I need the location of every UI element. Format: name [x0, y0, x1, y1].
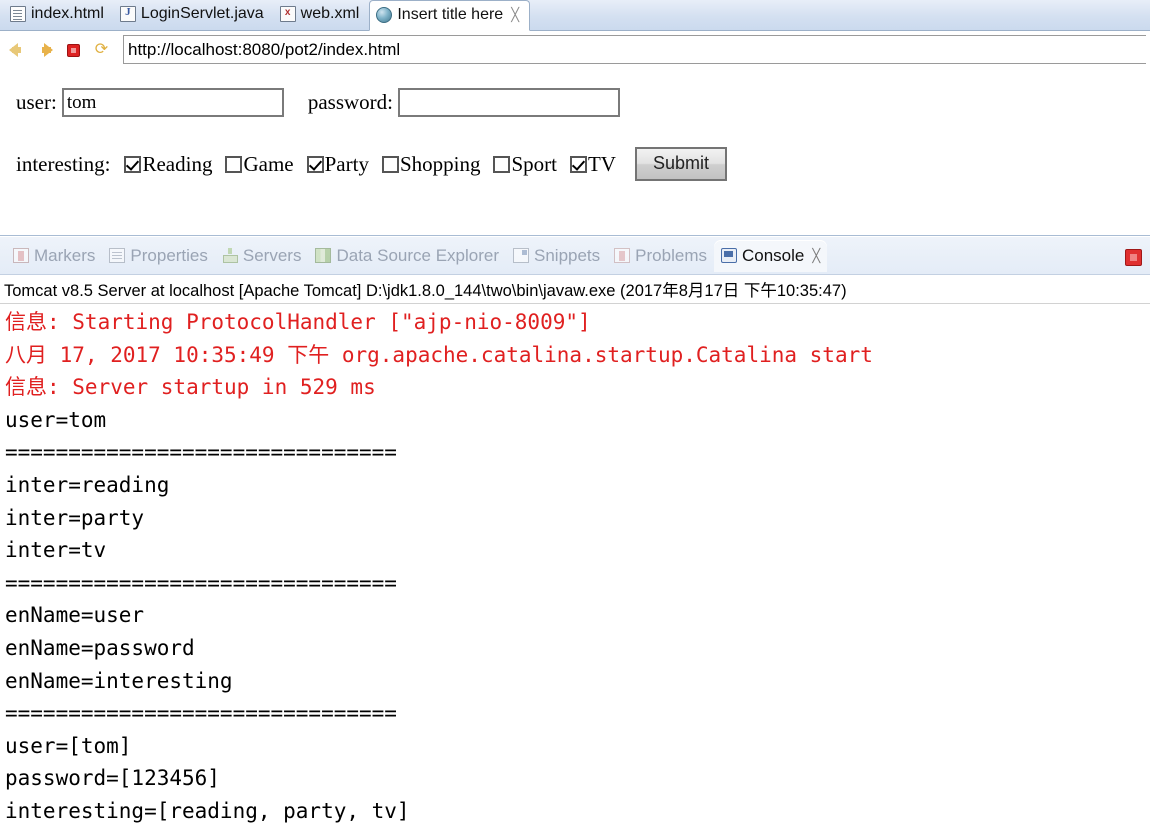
- interesting-label: interesting:: [16, 151, 111, 176]
- checkbox-tv[interactable]: [569, 155, 587, 173]
- view-tab-label: Console: [741, 245, 805, 265]
- editor-tab-label: index.html: [31, 4, 104, 22]
- console-line: ===============================: [5, 440, 397, 465]
- checkbox-group-tv: TV: [569, 151, 616, 177]
- view-tab-markers[interactable]: Markers: [6, 240, 102, 272]
- back-arrow-icon[interactable]: [7, 39, 29, 61]
- refresh-icon[interactable]: ⟳: [91, 39, 113, 61]
- view-tab-label: Properties: [130, 245, 208, 265]
- editor-tab-index-html[interactable]: index.html: [4, 0, 114, 30]
- view-tab-label: Markers: [34, 245, 96, 265]
- database-icon: [315, 248, 332, 263]
- stop-icon[interactable]: [63, 39, 85, 61]
- view-tab-properties[interactable]: Properties: [102, 240, 214, 272]
- console-line: password=[123456]: [5, 766, 220, 791]
- java-file-icon: [119, 5, 136, 22]
- editor-tab-loginservlet-java[interactable]: LoginServlet.java: [114, 0, 274, 30]
- console-line: ===============================: [5, 701, 397, 726]
- terminate-icon[interactable]: [1125, 249, 1142, 266]
- editor-tab-label: LoginServlet.java: [140, 4, 264, 22]
- view-tab-label: Data Source Explorer: [336, 245, 499, 265]
- checkbox-group-party: Party: [306, 151, 369, 177]
- console-line: ===============================: [5, 570, 397, 595]
- user-label: user:: [16, 90, 57, 114]
- globe-icon: [376, 6, 393, 23]
- checkbox-label-shopping: Shopping: [399, 151, 481, 176]
- console-line: enName=user: [5, 603, 145, 628]
- console-line: 八月 17, 2017 10:35:49 下午 org.apache.catal…: [5, 342, 873, 367]
- view-tab-label: Snippets: [534, 245, 601, 265]
- markers-icon: [13, 248, 29, 263]
- editor-tab-label: web.xml: [300, 4, 360, 22]
- console-line: inter=party: [5, 505, 145, 530]
- checkbox-sport[interactable]: [493, 155, 511, 173]
- checkbox-party[interactable]: [306, 155, 324, 173]
- interesting-row: interesting: Reading Game Party Shopping Spo…: [0, 147, 1150, 181]
- submit-button[interactable]: Submit: [634, 147, 728, 181]
- editor-tab-web-xml[interactable]: web.xml: [274, 0, 370, 30]
- checkbox-label-sport: Sport: [511, 151, 557, 176]
- checkbox-label-tv: TV: [587, 151, 616, 176]
- editor-tab-label: Insert title here: [397, 5, 504, 23]
- checkbox-group-shopping: Shopping: [381, 151, 481, 177]
- forward-arrow-icon[interactable]: [35, 39, 57, 61]
- browser-toolbar: ⟳ http://localhost:8080/pot2/index.html: [0, 31, 1150, 68]
- view-tab-label: Servers: [242, 245, 302, 265]
- checkbox-group-reading: Reading: [124, 152, 212, 177]
- checkbox-label-reading: Reading: [142, 151, 213, 176]
- view-tab-console[interactable]: Console ╳: [713, 239, 828, 272]
- view-tab-servers[interactable]: Servers: [215, 240, 309, 272]
- editor-tab-insert-title-here[interactable]: Insert title here ╳: [369, 0, 531, 31]
- checkbox-label-party: Party: [324, 151, 369, 176]
- url-input[interactable]: http://localhost:8080/pot2/index.html: [123, 35, 1146, 64]
- rendered-page: user: password: interesting: Reading Game…: [0, 68, 1150, 236]
- console-icon: [720, 248, 737, 263]
- view-tab-snippets[interactable]: Snippets: [506, 240, 607, 272]
- checkbox-reading[interactable]: [124, 155, 142, 173]
- console-line: inter=reading: [5, 472, 170, 497]
- password-input[interactable]: [398, 88, 620, 117]
- checkbox-shopping[interactable]: [381, 155, 399, 173]
- console-line: user=[tom]: [5, 733, 132, 758]
- console-line: 信息: Starting ProtocolHandler ["ajp-nio-8…: [5, 310, 591, 334]
- checkbox-label-game: Game: [243, 151, 294, 176]
- console-line: enName=interesting: [5, 668, 233, 693]
- close-icon[interactable]: ╳: [812, 248, 820, 264]
- console-header-line: Tomcat v8.5 Server at localhost [Apache …: [0, 275, 1150, 304]
- console-line: inter=tv: [5, 538, 107, 563]
- console-output[interactable]: 信息: Starting ProtocolHandler ["ajp-nio-8…: [0, 304, 1150, 828]
- view-tab-data-source-explorer[interactable]: Data Source Explorer: [308, 240, 506, 272]
- checkbox-group: Reading Game Party Shopping Sport TV: [124, 152, 629, 177]
- snippets-icon: [513, 248, 529, 263]
- html-file-icon: [10, 5, 26, 22]
- view-tab-problems[interactable]: Problems: [607, 240, 714, 272]
- close-icon[interactable]: ╳: [511, 8, 519, 21]
- user-input[interactable]: [61, 88, 284, 117]
- checkbox-group-game: Game: [225, 151, 294, 177]
- checkbox-game[interactable]: [225, 155, 243, 173]
- password-label: password:: [307, 90, 393, 114]
- console-line: interesting=[reading, party, tv]: [5, 798, 410, 823]
- servers-icon: [222, 248, 238, 263]
- views-tab-bar: Markers Properties Servers Data Source Expl…: [0, 237, 1150, 275]
- console-view: Tomcat v8.5 Server at localhost [Apache …: [0, 275, 1150, 831]
- properties-icon: [109, 248, 126, 263]
- credentials-row: user: password:: [0, 88, 1150, 117]
- checkbox-group-sport: Sport: [493, 152, 557, 177]
- url-text: http://localhost:8080/pot2/index.html: [128, 39, 401, 59]
- xml-file-icon: [279, 5, 296, 22]
- console-line: enName=password: [5, 635, 195, 660]
- editor-tab-bar: index.html LoginServlet.java web.xml Insert…: [0, 0, 1150, 31]
- problems-icon: [614, 248, 631, 263]
- view-tab-label: Problems: [635, 245, 707, 265]
- console-line: user=tom: [5, 407, 107, 432]
- console-line: 信息: Server startup in 529 ms: [5, 375, 376, 400]
